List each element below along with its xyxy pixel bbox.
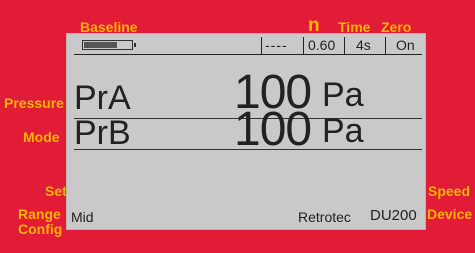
battery-icon <box>82 40 136 50</box>
n-value: 0.60 <box>308 37 336 53</box>
brand-label: Retrotec <box>298 209 351 225</box>
device-softkey-label[interactable]: Device <box>427 207 472 221</box>
channel-b-unit: Pa <box>322 112 364 150</box>
status-divider <box>385 37 386 54</box>
time-value: 4s <box>356 37 371 53</box>
lcd-screen: ---- 0.60 4s On PrA 100 Pa PrB 100 Pa Mi… <box>66 33 426 230</box>
battery-level <box>84 42 117 48</box>
range-mode-value: Mid <box>71 209 94 225</box>
time-softkey-label[interactable]: Time <box>338 20 370 34</box>
range-softkey-label[interactable]: Range <box>18 207 61 221</box>
status-divider <box>344 37 345 54</box>
channel-divider <box>74 149 422 150</box>
zero-softkey-label[interactable]: Zero <box>381 20 411 34</box>
channel-a-unit: Pa <box>322 76 364 114</box>
pressure-softkey-label[interactable]: Pressure <box>4 96 64 110</box>
battery-tip <box>134 43 136 47</box>
device-model-label: DU200 <box>370 207 417 224</box>
mode-softkey-label[interactable]: Mode <box>23 130 60 144</box>
speed-softkey-label[interactable]: Speed <box>428 184 470 198</box>
status-divider <box>303 37 304 54</box>
baseline-softkey-label[interactable]: Baseline <box>80 20 138 34</box>
channel-b-value: 100 <box>234 103 312 156</box>
channel-b-name: PrB <box>74 114 131 152</box>
config-softkey-label[interactable]: Config <box>18 222 62 236</box>
status-row: ---- 0.60 4s On <box>74 37 422 55</box>
set-softkey-label[interactable]: Set <box>45 184 67 198</box>
channel-a-name: PrA <box>74 79 131 117</box>
status-divider <box>261 37 262 54</box>
zero-value: On <box>396 37 415 53</box>
status-dashes: ---- <box>265 37 288 53</box>
